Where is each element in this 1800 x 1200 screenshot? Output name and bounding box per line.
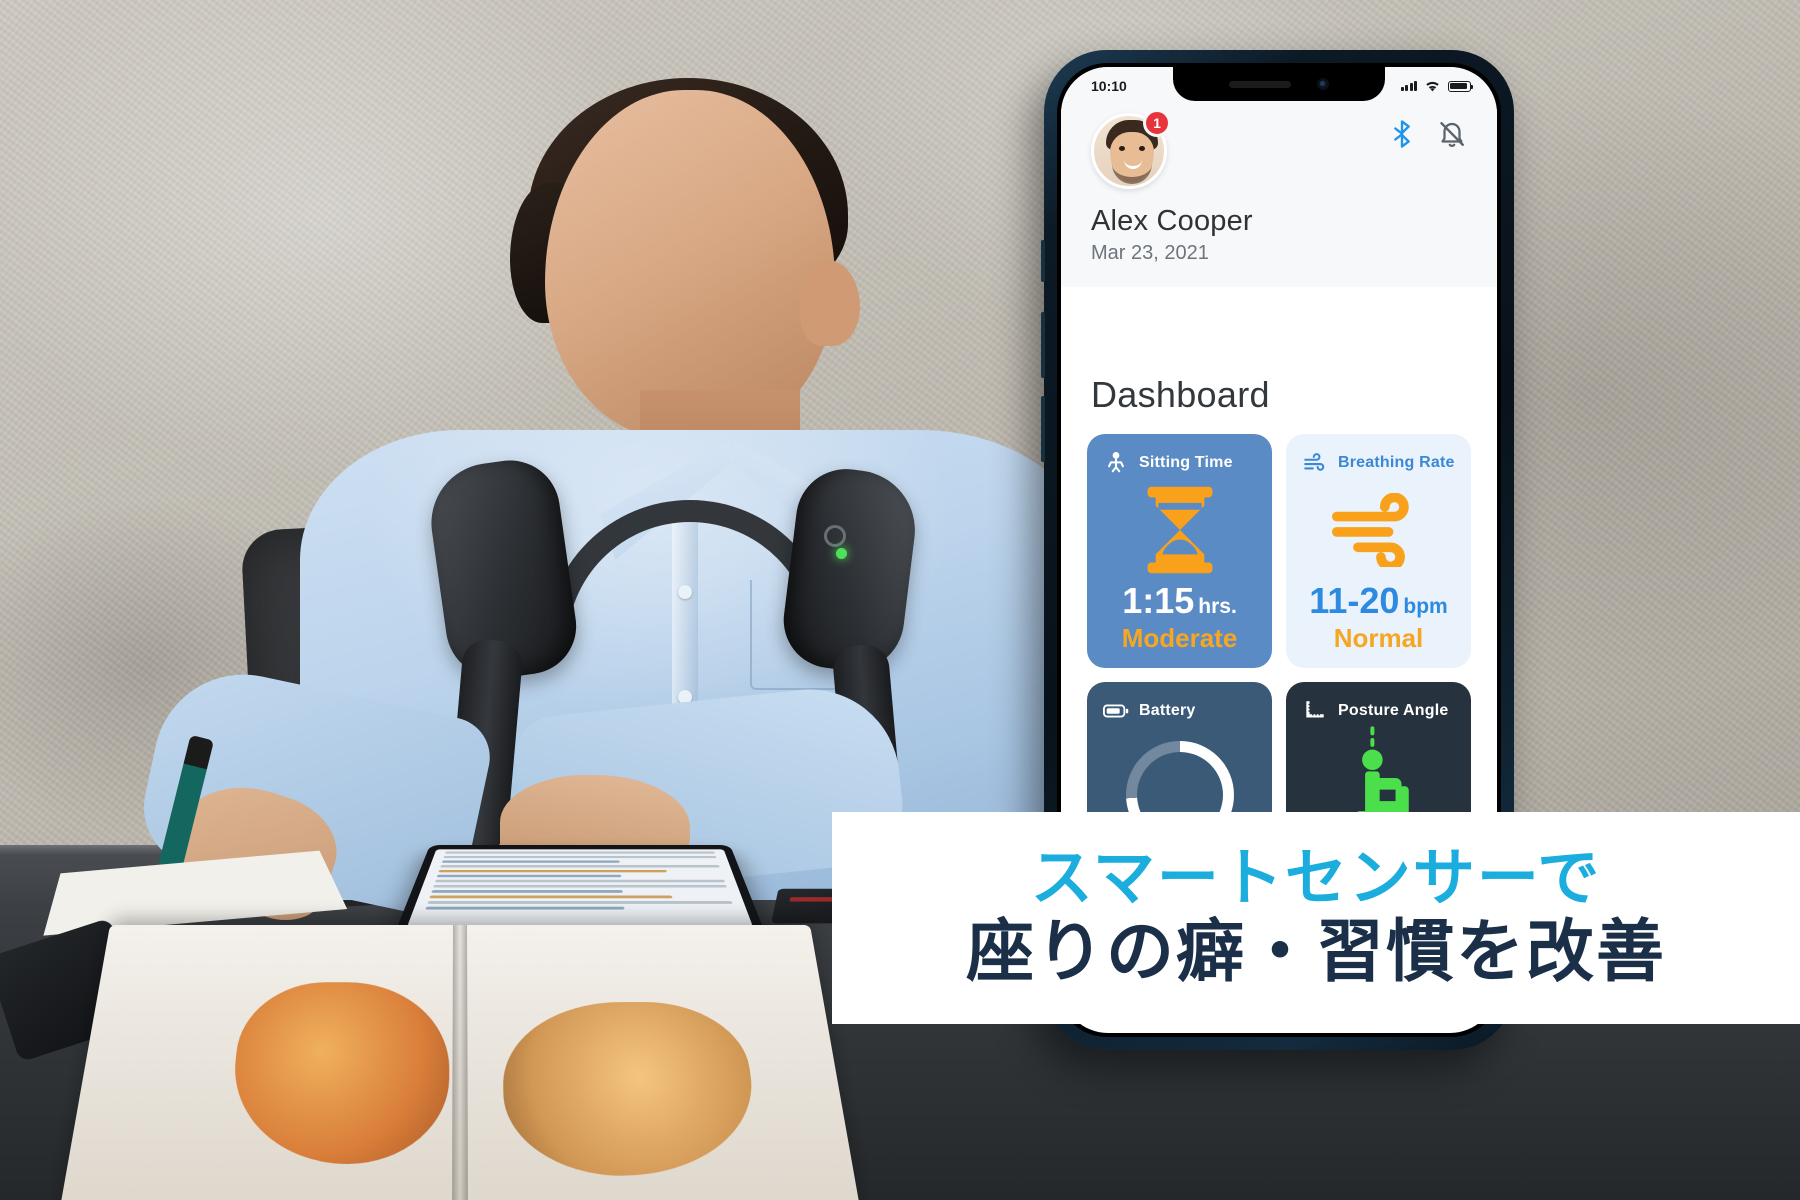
- caption-banner: スマートセンサーで 座りの癖・習慣を改善: [832, 812, 1800, 1024]
- ruler-icon: [1306, 701, 1324, 718]
- avatar-eye-left: [1119, 146, 1125, 151]
- card-value: 11-20: [1309, 580, 1400, 621]
- card-label: Battery: [1139, 702, 1196, 719]
- cellular-signal-icon: [1400, 81, 1417, 91]
- phone-mute-switch[interactable]: [1041, 240, 1045, 282]
- hourglass-icon: [1147, 486, 1212, 573]
- card-label: Breathing Rate: [1338, 454, 1455, 471]
- card-header: Posture Angle: [1302, 698, 1455, 724]
- card-status: Moderate: [1121, 623, 1238, 653]
- notification-badge[interactable]: 1: [1143, 109, 1171, 137]
- card-header: Battery: [1103, 698, 1256, 724]
- card-header: Sitting Time: [1103, 450, 1256, 476]
- magazine-image-left: [224, 982, 450, 1164]
- page-title: Dashboard: [1091, 374, 1270, 415]
- tablet-device: [394, 845, 766, 934]
- bell-off-icon[interactable]: [1437, 119, 1467, 149]
- phone-volume-up-button[interactable]: [1041, 312, 1045, 378]
- card-unit: bpm: [1403, 595, 1448, 618]
- posture-sensor-power-button: [824, 525, 846, 547]
- caption-line-1: スマートセンサーで: [1030, 841, 1602, 915]
- card-header: Breathing Rate: [1302, 450, 1455, 476]
- magazine-spine: [451, 925, 469, 1200]
- card-artwork: [1302, 476, 1455, 583]
- person-head: [545, 90, 835, 440]
- card-unit: hrs.: [1198, 595, 1237, 618]
- sitting-person-icon: [1108, 452, 1124, 473]
- magazine-image-right: [501, 1002, 765, 1176]
- phone-volume-down-button[interactable]: [1041, 396, 1045, 462]
- card-breathing-rate[interactable]: Breathing Rate 11-20 bpm Normal: [1286, 434, 1471, 668]
- card-value-row: 11-20 bpm: [1302, 583, 1455, 619]
- wind-icon: [1331, 492, 1409, 567]
- card-label: Posture Angle: [1338, 702, 1449, 719]
- caption-line-2: 座りの癖・習慣を改善: [965, 913, 1666, 993]
- avatar-eye-right: [1139, 146, 1145, 151]
- bluetooth-icon[interactable]: [1387, 119, 1417, 149]
- user-name: Alex Cooper: [1091, 205, 1253, 237]
- battery-icon: [1103, 704, 1129, 718]
- wind-icon: [1304, 453, 1325, 471]
- status-bar-time: 10:10: [1091, 78, 1127, 94]
- posture-sensor-led-indicator: [836, 548, 847, 559]
- card-artwork: [1103, 476, 1256, 583]
- status-bar-indicators: [1400, 79, 1474, 94]
- card-status: Normal: [1333, 623, 1424, 653]
- header-icon-group: [1387, 119, 1467, 149]
- card-value-row: 1:15 hrs.: [1103, 583, 1256, 619]
- wifi-icon: [1426, 81, 1439, 91]
- card-value: 1:15: [1122, 580, 1195, 621]
- user-date: Mar 23, 2021: [1091, 242, 1209, 264]
- status-bar: 10:10: [1061, 67, 1497, 105]
- tablet-screen: [406, 849, 754, 928]
- card-label: Sitting Time: [1139, 454, 1233, 471]
- card-sitting-time[interactable]: Sitting Time 1:15 hrs. Moderate: [1087, 434, 1272, 668]
- battery-icon: [1448, 80, 1474, 92]
- open-magazine: [58, 925, 862, 1200]
- avatar-wrapper[interactable]: 1: [1091, 109, 1171, 189]
